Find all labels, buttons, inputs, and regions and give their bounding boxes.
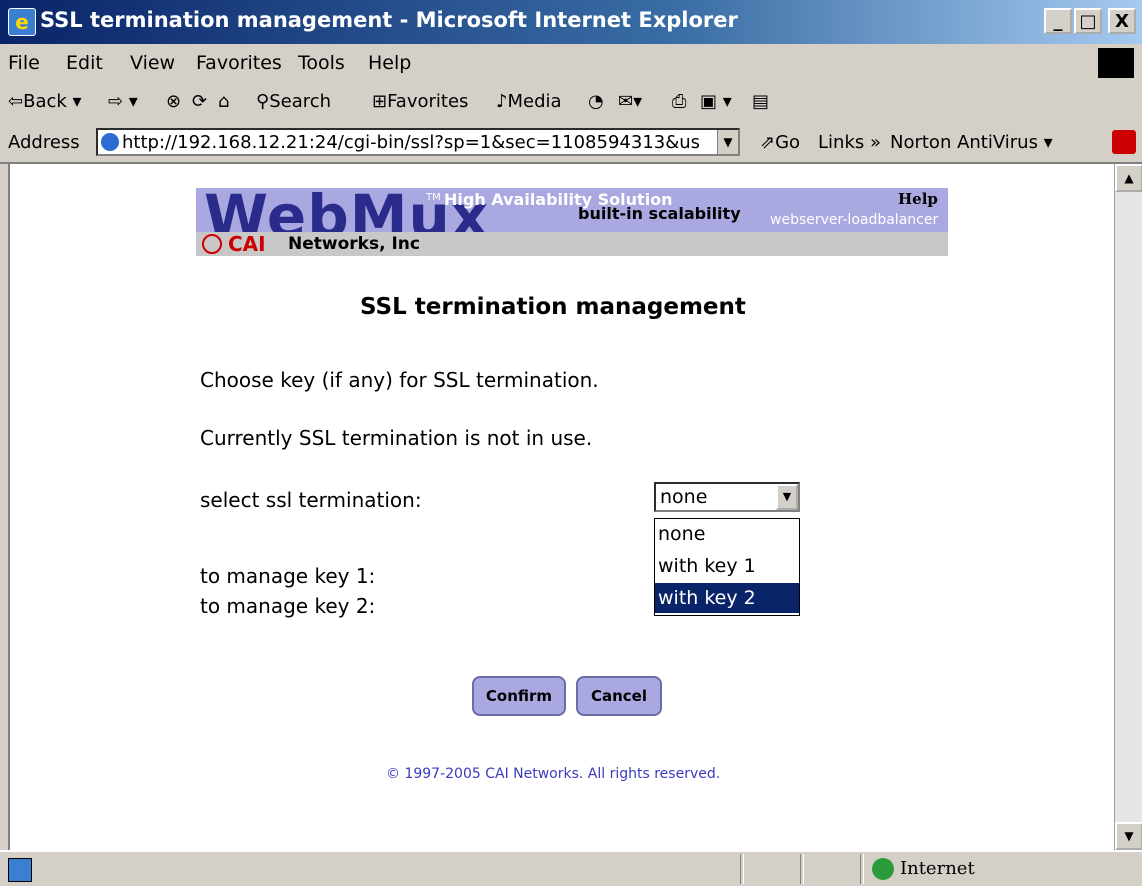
company-strip: CAI Networks, Inc <box>196 232 948 256</box>
address-url[interactable]: http://192.168.12.21:24/cgi-bin/ssl?sp=1… <box>122 132 712 153</box>
stop-icon[interactable]: ⊗ <box>166 91 181 112</box>
manage-key-1-label: to manage key 1: <box>200 564 376 588</box>
pdf-icon[interactable] <box>1112 130 1136 154</box>
minimize-button[interactable]: _ <box>1044 8 1072 34</box>
status-divider <box>800 854 804 884</box>
address-bar: Address http://192.168.12.21:24/cgi-bin/… <box>0 122 1142 164</box>
select-value: none <box>660 486 708 508</box>
copyright-footer[interactable]: © 1997-2005 CAI Networks. All rights res… <box>386 766 720 782</box>
address-label: Address <box>8 132 80 153</box>
menu-help[interactable]: Help <box>368 52 411 74</box>
cai-seal-icon <box>202 234 222 254</box>
webmux-banner: WebMux TM High Availability Solution bui… <box>196 182 948 256</box>
option-key-2[interactable]: with key 2 <box>655 583 799 613</box>
media-icon: ♪ <box>496 91 508 112</box>
back-arrow-icon: ⇦ <box>8 91 24 112</box>
chevron-down-icon[interactable]: ▼ <box>717 130 738 154</box>
window-titlebar: e SSL termination management - Microsoft… <box>0 0 1142 44</box>
back-button[interactable]: ⇦Back ▾ <box>8 91 82 112</box>
banner-tagline-2: built-in scalability <box>578 204 741 223</box>
go-arrow-icon: ⇗ <box>760 132 776 153</box>
close-button[interactable]: X <box>1108 8 1136 34</box>
media-button[interactable]: ♪Media <box>496 91 562 112</box>
favorites-icon: ⊞ <box>372 91 388 112</box>
select-label: select ssl termination: <box>200 488 422 512</box>
windows-logo-icon <box>1098 48 1134 78</box>
page-icon <box>101 133 119 151</box>
cancel-button[interactable]: Cancel <box>576 676 662 716</box>
internet-globe-icon <box>872 858 894 880</box>
status-divider <box>860 854 864 884</box>
scroll-up-icon[interactable]: ▲ <box>1115 164 1142 192</box>
page-status-icon <box>8 858 32 882</box>
menu-edit[interactable]: Edit <box>66 52 103 74</box>
menu-bar: File Edit View Favorites Tools Help <box>0 44 1142 83</box>
menu-view[interactable]: View <box>130 52 175 74</box>
mail-icon[interactable]: ✉▾ <box>618 91 642 112</box>
go-button[interactable]: ⇗Go <box>760 132 800 153</box>
banner-tagline-3: webserver-loadbalancer <box>770 212 939 228</box>
chevron-down-icon[interactable]: ▼ <box>776 484 798 510</box>
trademark: TM <box>426 192 441 203</box>
status-bar: Internet <box>0 850 1142 886</box>
links-button[interactable]: Links » <box>818 132 881 153</box>
ssl-termination-select[interactable]: none ▼ <box>654 482 800 512</box>
menu-favorites[interactable]: Favorites <box>196 52 282 74</box>
forward-button[interactable]: ⇨ ▾ <box>108 91 138 112</box>
browser-toolbar: ⇦Back ▾ ⇨ ▾ ⊗ ⟳ ⌂ ⚲Search ⊞Favorites ♪Me… <box>0 82 1142 123</box>
address-input[interactable]: http://192.168.12.21:24/cgi-bin/ssl?sp=1… <box>96 128 740 156</box>
maximize-button[interactable]: □ <box>1074 8 1102 34</box>
scroll-down-icon[interactable]: ▼ <box>1115 822 1142 850</box>
manage-key-2-label: to manage key 2: <box>200 594 376 618</box>
company-name: Networks, Inc <box>288 234 420 254</box>
option-key-1[interactable]: with key 1 <box>655 551 799 581</box>
confirm-button[interactable]: Confirm <box>472 676 566 716</box>
page-title: SSL termination management <box>360 294 746 320</box>
refresh-icon[interactable]: ⟳ <box>192 91 207 112</box>
ie-icon: e <box>8 8 36 36</box>
favorites-button[interactable]: ⊞Favorites <box>372 91 468 112</box>
menu-file[interactable]: File <box>8 52 40 74</box>
help-link[interactable]: Help <box>898 190 938 208</box>
cai-logo: CAI <box>228 232 266 256</box>
menu-tools[interactable]: Tools <box>298 52 345 74</box>
security-zone: Internet <box>900 858 975 879</box>
vertical-scrollbar[interactable]: ▲ ▼ <box>1114 164 1142 850</box>
window-title: SSL termination management - Microsoft I… <box>40 8 738 32</box>
option-none[interactable]: none <box>655 519 799 549</box>
page-content: WebMux TM High Availability Solution bui… <box>8 164 1114 850</box>
ssl-termination-options: none with key 1 with key 2 <box>654 518 800 616</box>
status-divider <box>740 854 744 884</box>
edit-icon[interactable]: ▣ ▾ <box>700 91 732 112</box>
history-icon[interactable]: ◔ <box>588 91 604 112</box>
print-icon[interactable]: ⎙ <box>672 91 686 112</box>
home-icon[interactable]: ⌂ <box>218 91 229 112</box>
discuss-icon[interactable]: ▤ <box>752 91 769 112</box>
choose-text: Choose key (if any) for SSL termination. <box>200 368 599 392</box>
search-button[interactable]: ⚲Search <box>256 91 331 112</box>
norton-antivirus-button[interactable]: Norton AntiVirus ▾ <box>890 132 1053 153</box>
status-text: Currently SSL termination is not in use. <box>200 426 593 450</box>
search-icon: ⚲ <box>256 91 270 112</box>
